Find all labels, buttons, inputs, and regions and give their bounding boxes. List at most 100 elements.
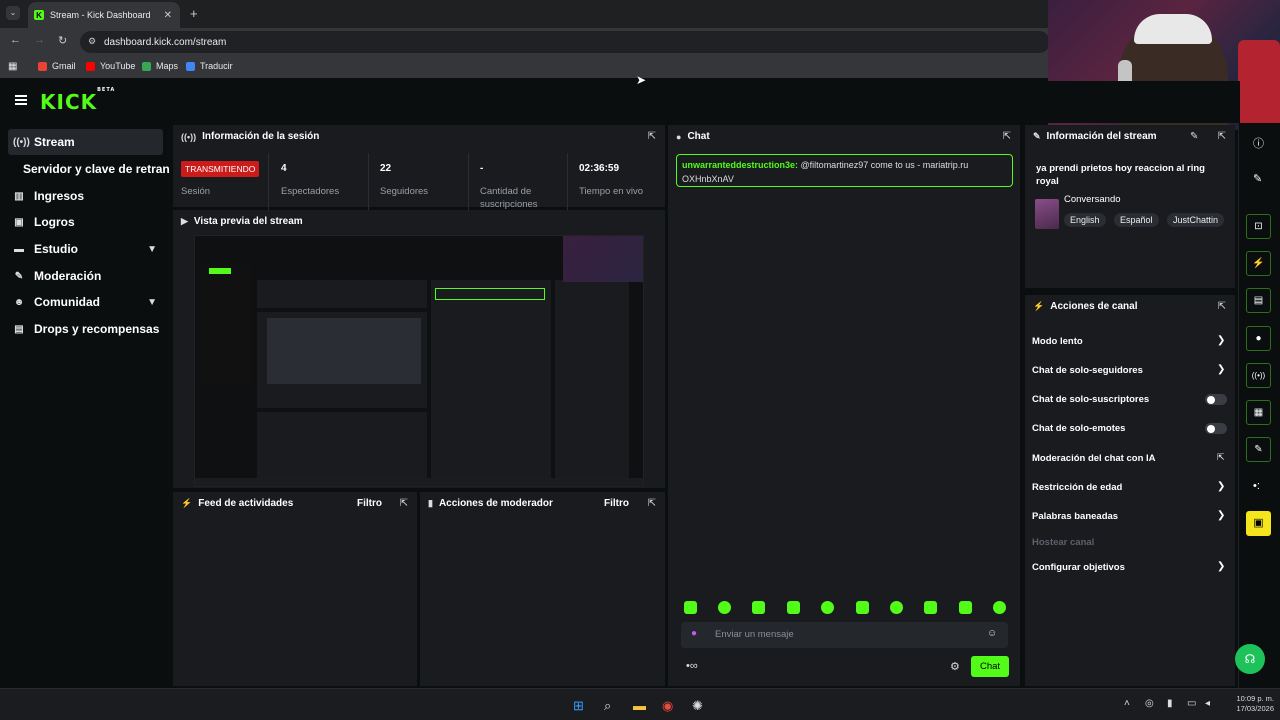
emote-icon[interactable] (752, 601, 765, 614)
sidebar-item-comunidad[interactable]: ☻ Comunidad ▼ (8, 289, 163, 315)
bookmark-gmail[interactable]: Gmail (38, 61, 76, 71)
filter-button[interactable]: Filtro (357, 498, 382, 509)
session-info-panel: ((•)) Información de la sesión ⇱ TRANSMIT… (173, 125, 665, 211)
chat-message[interactable]: unwarranteddestruction3e: @filtomartinez… (676, 154, 1013, 187)
close-tab-icon[interactable]: ✕ (164, 10, 172, 21)
sidebar-item-ingresos[interactable]: ▥ Ingresos (8, 183, 163, 209)
sidebar-item-drops[interactable]: ▤ Drops y recompensas (8, 316, 163, 342)
browser-tab[interactable]: K Stream - Kick Dashboard ✕ (28, 2, 180, 28)
apps-grid-icon[interactable]: ▦ (8, 61, 17, 72)
emote-icon[interactable] (718, 601, 731, 614)
pencil-icon[interactable]: ✎ (1253, 172, 1262, 185)
emoji-icon[interactable]: ☺ (987, 628, 997, 639)
tray-app-icon[interactable]: ◎ (1145, 698, 1154, 709)
chat-users-icon[interactable]: •∞ (686, 660, 698, 672)
emote-icon[interactable] (787, 601, 800, 614)
edit-icon[interactable]: ✎ (1190, 131, 1198, 142)
emote-icon[interactable] (924, 601, 937, 614)
viewers-label: Espectadores (281, 186, 340, 197)
filter-button[interactable]: Filtro (604, 498, 629, 509)
clock[interactable]: 10:09 p. m. 17/03/2026 (1222, 694, 1274, 714)
bookmark-traducir[interactable]: Traducir (186, 61, 233, 71)
kick-logo[interactable]: KICKBETA (40, 87, 115, 114)
sidebar-item-stream[interactable]: ((•)) Stream (8, 129, 163, 155)
url-field[interactable]: ⚙ dashboard.kick.com/stream (80, 31, 1050, 53)
action-ai-moderation[interactable]: Moderación del chat con IA (1032, 453, 1156, 464)
app-icon[interactable]: ✺ (692, 698, 703, 714)
chrome-icon[interactable]: ◉ (662, 698, 673, 714)
tag-justchattin[interactable]: JustChattin (1166, 213, 1224, 227)
microphone-icon[interactable]: ● (691, 628, 697, 639)
emote-icon[interactable] (684, 601, 697, 614)
popout-icon[interactable]: ⇱ (1003, 131, 1011, 142)
action-configure-goals[interactable]: Configurar objetivos (1032, 562, 1125, 573)
broadcast-icon[interactable]: ((•)) (1246, 363, 1271, 388)
chevron-right-icon[interactable]: ❯ (1217, 335, 1225, 346)
chat-input[interactable]: ● Enviar un mensaje ☺ (681, 622, 1008, 648)
chevron-right-icon[interactable]: ❯ (1217, 364, 1225, 375)
emote-icon[interactable] (821, 601, 834, 614)
emote-icon[interactable] (890, 601, 903, 614)
chat-send-button[interactable]: Chat (971, 656, 1009, 677)
stream-preview-video[interactable] (194, 235, 644, 487)
popout-icon[interactable]: ⇱ (400, 498, 408, 509)
emote-icon[interactable] (993, 601, 1006, 614)
bookmark-maps[interactable]: Maps (142, 61, 178, 71)
popout-icon[interactable]: ⇱ (648, 131, 656, 142)
file-explorer-icon[interactable]: ▬ (633, 698, 646, 713)
tab-search-button[interactable]: ⌄ (6, 6, 20, 20)
chevron-down-icon[interactable]: ▼ (147, 297, 157, 308)
emotes-only-toggle[interactable] (1205, 423, 1227, 434)
clipboard-icon[interactable]: ▤ (1246, 288, 1271, 313)
chevron-right-icon[interactable]: ❯ (1217, 481, 1225, 492)
popout-icon[interactable]: ⇱ (1218, 131, 1226, 142)
menu-icon[interactable] (15, 95, 27, 105)
wrench-icon[interactable]: ✎ (1246, 437, 1271, 462)
tray-volume-icon[interactable]: ◂ (1205, 698, 1210, 709)
subscribers-only-toggle[interactable] (1205, 394, 1227, 405)
support-icon[interactable]: ☊ (1235, 644, 1265, 674)
emote-icon[interactable] (856, 601, 869, 614)
new-tab-icon[interactable]: + (190, 6, 198, 21)
preview-mini-session (257, 280, 427, 308)
kick-favicon-icon: K (34, 10, 44, 20)
tag-english[interactable]: English (1064, 213, 1106, 227)
tray-chevron-up-icon[interactable]: ˄ (1124, 698, 1130, 709)
chat-username[interactable]: unwarranteddestruction3e: (682, 160, 798, 170)
bookmark-youtube[interactable]: YouTube (86, 61, 135, 71)
tray-mic-icon[interactable]: ▮ (1167, 698, 1173, 709)
reload-icon[interactable]: ↻ (58, 34, 67, 47)
bolt-icon[interactable]: ⚡ (1246, 251, 1271, 276)
users-icon[interactable]: •: (1253, 480, 1260, 492)
action-slow-mode[interactable]: Modo lento (1032, 336, 1083, 347)
action-banned-words[interactable]: Palabras baneadas (1032, 511, 1118, 522)
action-age-restriction[interactable]: Restricción de edad (1032, 482, 1122, 493)
tray-network-icon[interactable]: ▭ (1187, 698, 1196, 709)
server-icon[interactable]: ▦ (1246, 400, 1271, 425)
emote-icon[interactable] (959, 601, 972, 614)
sidebar-item-logros[interactable]: ▣ Logros (8, 209, 163, 235)
chevron-down-icon[interactable]: ▼ (147, 244, 157, 255)
windows-start-icon[interactable]: ⊞ (573, 698, 584, 714)
sidebar-item-moderacion[interactable]: ✎ Moderación (8, 263, 163, 289)
external-link-icon[interactable]: ⇱ (1217, 452, 1225, 463)
popout-icon[interactable]: ⇱ (1218, 301, 1226, 312)
screenshot-icon[interactable]: ⊡ (1246, 214, 1271, 239)
chevron-right-icon[interactable]: ❯ (1217, 510, 1225, 521)
info-icon[interactable]: ⓘ (1253, 135, 1264, 151)
forward-icon[interactable]: → (34, 34, 45, 46)
back-icon[interactable]: ← (10, 34, 21, 46)
action-followers-only[interactable]: Chat de solo-seguidores (1032, 365, 1143, 376)
chevron-right-icon[interactable]: ❯ (1217, 561, 1225, 572)
panel-title: ▮ Acciones de moderador (428, 498, 553, 509)
tag-espanol[interactable]: Español (1113, 213, 1159, 227)
chat-bubble-icon[interactable]: ● (1246, 326, 1271, 351)
popout-icon[interactable]: ⇱ (648, 498, 656, 509)
settings-gear-icon[interactable]: ⚙ (950, 660, 960, 673)
search-icon[interactable]: ⌕ (604, 698, 611, 714)
sidebar-item-servidor[interactable]: Servidor y clave de retransm (18, 156, 170, 182)
site-info-icon[interactable]: ⚙ (88, 36, 96, 47)
category-name[interactable]: Conversando (1064, 194, 1121, 205)
clapper-icon[interactable]: ▣ (1246, 511, 1271, 536)
sidebar-item-estudio[interactable]: ▬ Estudio ▼ (8, 236, 163, 262)
